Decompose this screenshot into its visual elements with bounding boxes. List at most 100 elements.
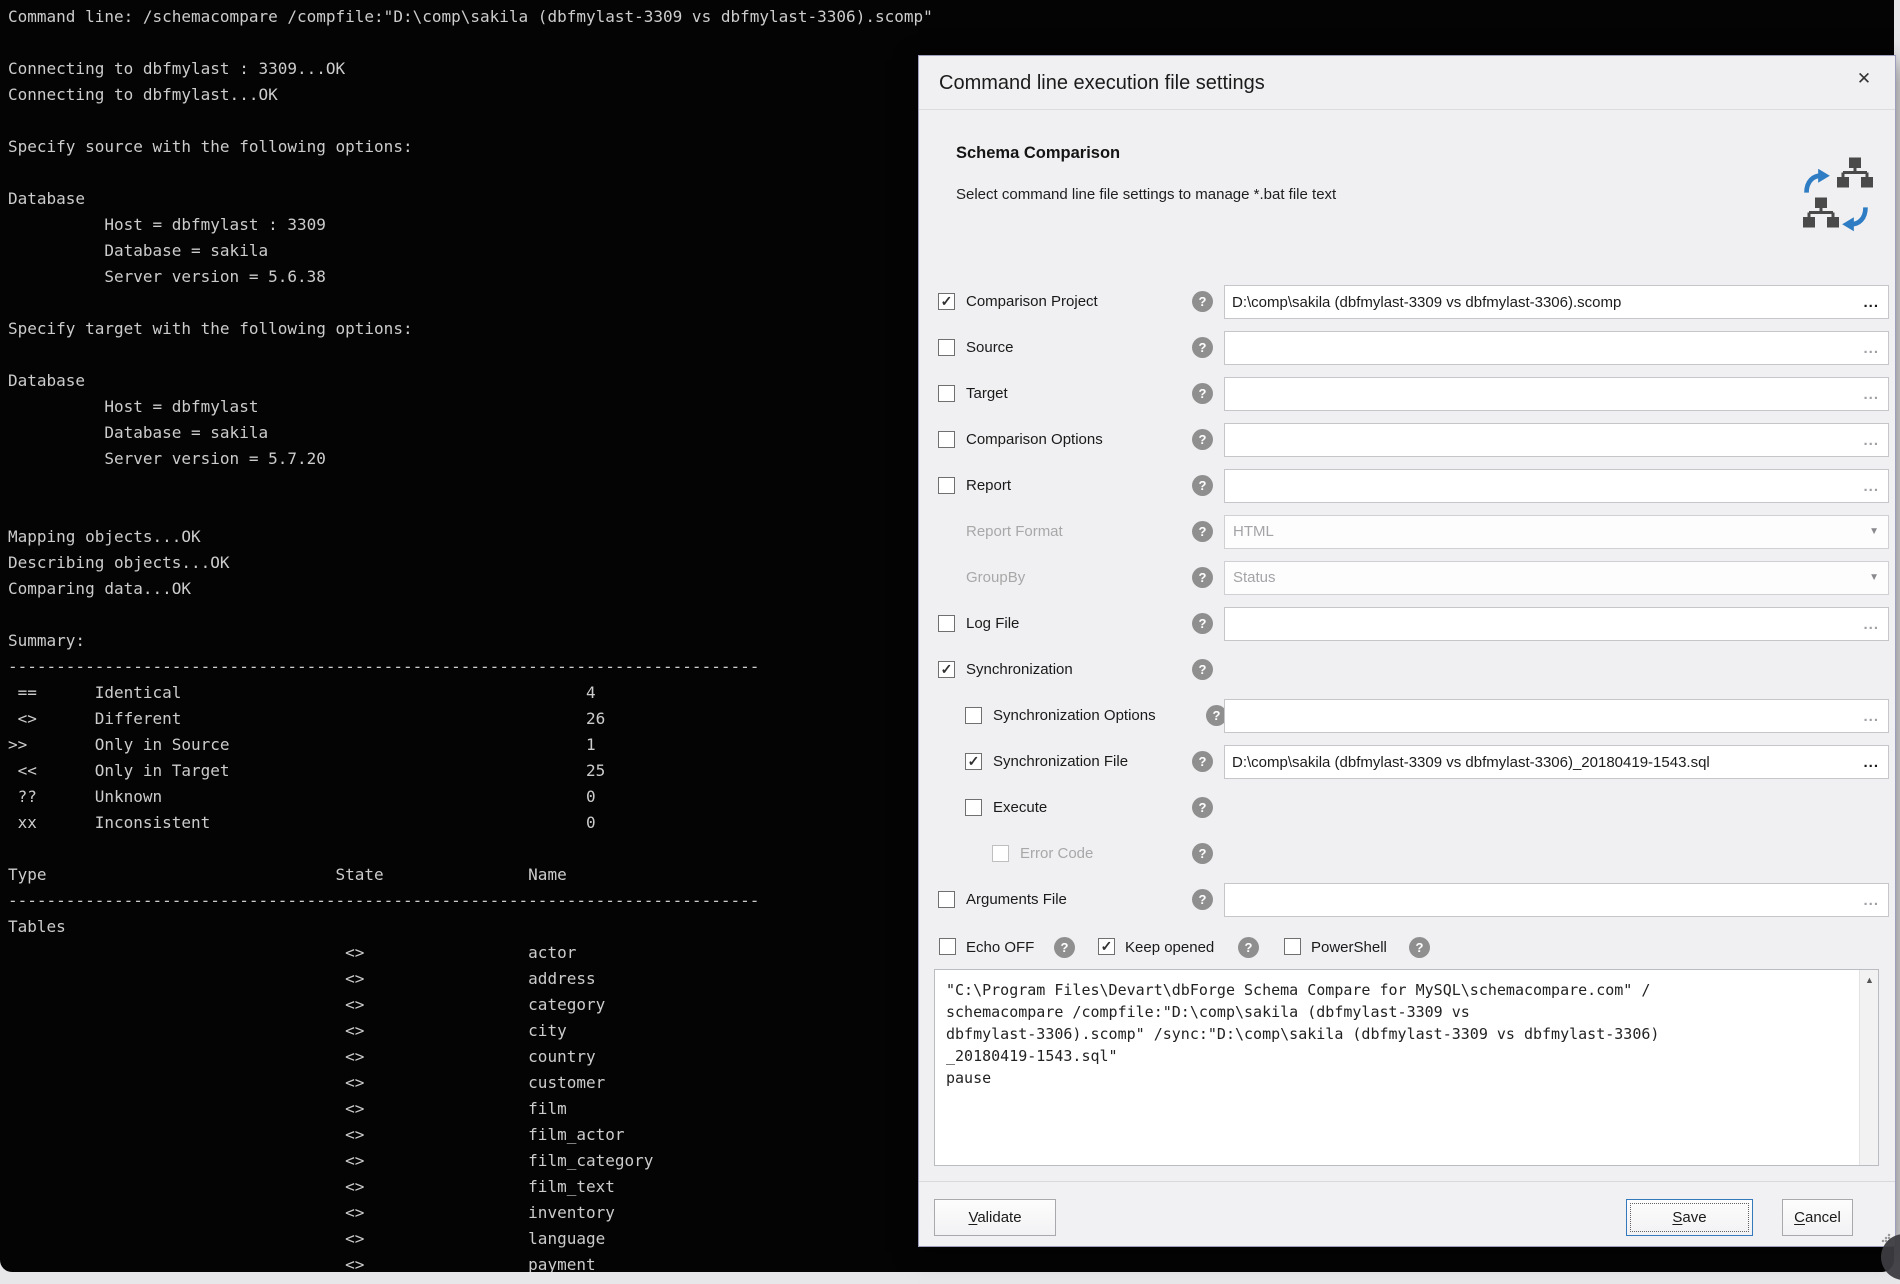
browse-button[interactable]: ... bbox=[1863, 288, 1879, 318]
log-file-input[interactable] bbox=[1225, 608, 1855, 640]
org-chart-icon bbox=[1803, 196, 1839, 232]
echo-off-label: Echo OFF bbox=[966, 934, 1034, 962]
help-icon[interactable]: ? bbox=[1192, 567, 1213, 588]
browse-button[interactable]: ... bbox=[1863, 472, 1879, 502]
browse-button[interactable]: ... bbox=[1863, 380, 1879, 410]
help-icon[interactable]: ? bbox=[1409, 937, 1430, 958]
groupby-value: Status bbox=[1233, 562, 1276, 594]
form-row-synchronization-options: Synchronization Options ? ... bbox=[919, 698, 1895, 734]
synchronization-options-input[interactable] bbox=[1225, 700, 1855, 732]
chevron-down-icon: ▼ bbox=[1869, 562, 1879, 594]
execute-checkbox[interactable] bbox=[965, 799, 982, 816]
comparison-project-label: Comparison Project bbox=[966, 284, 1098, 320]
target-checkbox[interactable] bbox=[938, 385, 955, 402]
browse-button[interactable]: ... bbox=[1863, 426, 1879, 456]
browse-button[interactable]: ... bbox=[1863, 748, 1879, 778]
help-icon[interactable]: ? bbox=[1192, 475, 1213, 496]
org-chart-icon bbox=[1837, 156, 1873, 192]
help-icon[interactable]: ? bbox=[1192, 659, 1213, 680]
report-format-label: Report Format bbox=[966, 514, 1063, 550]
comparison-project-input[interactable] bbox=[1225, 286, 1855, 318]
scrollbar[interactable]: ▲ bbox=[1859, 970, 1878, 1165]
log-file-field: ... bbox=[1224, 607, 1889, 641]
comparison-project-checkbox[interactable]: ✓ bbox=[938, 293, 955, 310]
form-row-report-format: Report Format ? HTML ▼ bbox=[919, 514, 1895, 550]
help-icon[interactable]: ? bbox=[1192, 613, 1213, 634]
help-icon[interactable]: ? bbox=[1192, 337, 1213, 358]
log-file-checkbox[interactable] bbox=[938, 615, 955, 632]
arguments-file-label: Arguments File bbox=[966, 882, 1067, 918]
powershell-checkbox[interactable] bbox=[1284, 938, 1301, 955]
report-label: Report bbox=[966, 468, 1011, 504]
comparison-options-label: Comparison Options bbox=[966, 422, 1103, 458]
form-row-arguments-file: Arguments File ? ... bbox=[919, 882, 1895, 918]
schema-comparison-heading: Schema Comparison bbox=[956, 144, 1120, 163]
synchronization-file-input[interactable] bbox=[1225, 746, 1855, 778]
dialog-button-bar: Validate Save Cancel bbox=[919, 1181, 1895, 1246]
echo-off-checkbox[interactable] bbox=[939, 938, 956, 955]
browse-button[interactable]: ... bbox=[1863, 886, 1879, 916]
source-input[interactable] bbox=[1225, 332, 1855, 364]
help-icon[interactable]: ? bbox=[1192, 383, 1213, 404]
synchronization-options-field: ... bbox=[1224, 699, 1889, 733]
powershell-label: PowerShell bbox=[1311, 934, 1387, 962]
form-row-synchronization: ✓ Synchronization ? bbox=[919, 652, 1895, 688]
help-icon[interactable]: ? bbox=[1054, 937, 1075, 958]
bat-file-text-area[interactable]: "C:\Program Files\Devart\dbForge Schema … bbox=[934, 969, 1879, 1166]
error-code-checkbox[interactable] bbox=[992, 845, 1009, 862]
arguments-file-field: ... bbox=[1224, 883, 1889, 917]
help-icon[interactable]: ? bbox=[1192, 797, 1213, 818]
browse-button[interactable]: ... bbox=[1863, 334, 1879, 364]
cancel-button[interactable]: Cancel bbox=[1782, 1199, 1853, 1236]
validate-button[interactable]: Validate bbox=[934, 1199, 1056, 1236]
form-row-target: Target ? ... bbox=[919, 376, 1895, 412]
synchronization-options-label: Synchronization Options bbox=[993, 698, 1156, 734]
help-icon[interactable]: ? bbox=[1238, 937, 1259, 958]
keep-opened-checkbox[interactable]: ✓ bbox=[1098, 938, 1115, 955]
redo-arrow-icon bbox=[1803, 168, 1831, 194]
save-button[interactable]: Save bbox=[1626, 1199, 1753, 1236]
synchronization-checkbox[interactable]: ✓ bbox=[938, 661, 955, 678]
execute-label: Execute bbox=[993, 790, 1047, 826]
screenshot-page: Command line: /schemacompare /compfile:"… bbox=[0, 0, 1900, 1284]
form-row-comparison-options: Comparison Options ? ... bbox=[919, 422, 1895, 458]
browse-button[interactable]: ... bbox=[1863, 610, 1879, 640]
browse-button[interactable]: ... bbox=[1863, 702, 1879, 732]
help-icon[interactable]: ? bbox=[1192, 889, 1213, 910]
synchronization-file-label: Synchronization File bbox=[993, 744, 1128, 780]
scroll-up-icon[interactable]: ▲ bbox=[1860, 970, 1879, 989]
source-checkbox[interactable] bbox=[938, 339, 955, 356]
groupby-dropdown[interactable]: Status ▼ bbox=[1224, 561, 1889, 595]
synchronization-file-checkbox[interactable]: ✓ bbox=[965, 753, 982, 770]
report-checkbox[interactable] bbox=[938, 477, 955, 494]
help-icon[interactable]: ? bbox=[1192, 843, 1213, 864]
synchronization-options-checkbox[interactable] bbox=[965, 707, 982, 724]
report-input[interactable] bbox=[1225, 470, 1855, 502]
help-icon[interactable]: ? bbox=[1192, 291, 1213, 312]
report-format-dropdown[interactable]: HTML ▼ bbox=[1224, 515, 1889, 549]
synchronization-label: Synchronization bbox=[966, 652, 1073, 688]
arguments-file-checkbox[interactable] bbox=[938, 891, 955, 908]
help-icon[interactable]: ? bbox=[1192, 751, 1213, 772]
dialog-subheading: Select command line file settings to man… bbox=[956, 186, 1336, 203]
console-output: Command line: /schemacompare /compfile:"… bbox=[0, 0, 933, 1272]
comparison-options-checkbox[interactable] bbox=[938, 431, 955, 448]
chevron-down-icon: ▼ bbox=[1869, 516, 1879, 548]
form-row-report: Report ? ... bbox=[919, 468, 1895, 504]
comparison-options-input[interactable] bbox=[1225, 424, 1855, 456]
target-input[interactable] bbox=[1225, 378, 1855, 410]
keep-opened-label: Keep opened bbox=[1125, 934, 1214, 962]
error-code-label: Error Code bbox=[1020, 836, 1093, 872]
form-row-source: Source ? ... bbox=[919, 330, 1895, 366]
help-icon[interactable]: ? bbox=[1192, 429, 1213, 450]
log-file-label: Log File bbox=[966, 606, 1019, 642]
bat-options-row: Echo OFF ? ✓ Keep opened ? PowerShell ? bbox=[919, 934, 1895, 964]
groupby-label: GroupBy bbox=[966, 560, 1025, 596]
arguments-file-input[interactable] bbox=[1225, 884, 1855, 916]
report-format-value: HTML bbox=[1233, 516, 1274, 548]
return-arrow-icon bbox=[1841, 206, 1869, 232]
report-field: ... bbox=[1224, 469, 1889, 503]
help-icon[interactable]: ? bbox=[1192, 521, 1213, 542]
close-icon[interactable]: ✕ bbox=[1849, 64, 1879, 94]
form-row-error-code: Error Code ? bbox=[919, 836, 1895, 872]
